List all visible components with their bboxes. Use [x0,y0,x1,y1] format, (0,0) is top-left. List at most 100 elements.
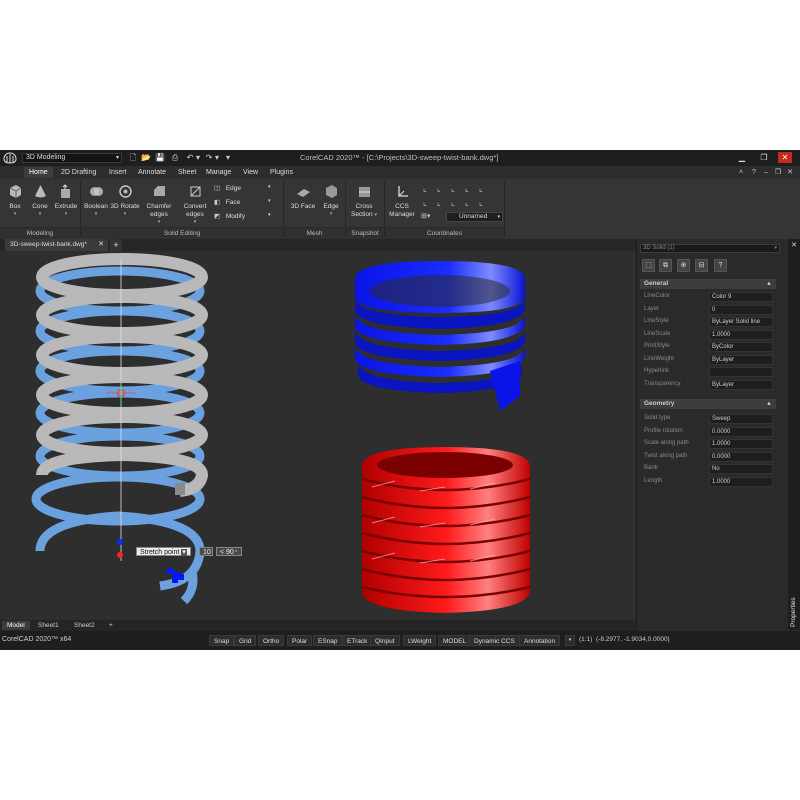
cross-section-button[interactable]: Cross Section ▾ [349,184,379,219]
ccs-view-icon[interactable]: ⌞ [437,198,441,207]
status-ortho-button[interactable]: Ortho [258,635,285,646]
ccs-3point-icon[interactable]: ⌞ [465,198,469,207]
ccs-zaxis-icon[interactable]: ⌞ [479,198,483,207]
status-model-button[interactable]: MODEL [438,635,472,646]
tab-sheet[interactable]: Sheet [173,167,201,178]
extrude-button[interactable]: Extrude ▾ [53,184,79,217]
ccs-x-icon[interactable]: ⌞ [451,184,455,193]
restore-doc-icon[interactable]: ❐ [773,168,783,178]
minimize-icon[interactable]: ▁ [735,152,749,163]
tab-view[interactable]: View [238,167,263,178]
ccs-manager-button[interactable]: CCS Manager [387,184,417,219]
ccs-face-icon[interactable]: ⌞ [423,198,427,207]
customize-dropdown-icon[interactable]: ▾ [223,152,233,163]
close-icon[interactable]: ✕ [778,152,792,163]
chevron-down-icon[interactable]: ▾ [181,549,187,556]
status-qinput-button[interactable]: QInput [370,635,400,646]
3d-face-button[interactable]: 3D Face [288,184,318,211]
property-value[interactable]: ByLayer Solid line [709,317,773,327]
redo-dropdown-icon[interactable]: ▾ [212,152,222,163]
ccs-entity-icon[interactable]: ⌞ [451,198,455,207]
property-value[interactable]: ByLayer [709,354,773,365]
status-annotation-button[interactable]: Annotation [519,635,561,646]
close-doc-icon[interactable]: ✕ [785,168,795,178]
close-tab-icon[interactable]: ✕ [98,239,104,251]
ccs-y-icon[interactable]: ⌞ [465,184,469,193]
sheet-tab-model[interactable]: Model [2,621,30,630]
select-objects-icon[interactable]: ⬚ [642,259,655,272]
tab-manage[interactable]: Manage [201,167,236,178]
tab-plugins[interactable]: Plugins [265,167,298,178]
property-value[interactable] [709,367,773,377]
gray-helix[interactable] [36,253,209,497]
grip-red[interactable] [117,552,123,558]
mesh-edge-button[interactable]: Edge ▾ [320,184,342,217]
selection-filter-select[interactable]: 3D Solid (1) ▾ [640,244,780,253]
property-value[interactable]: ByColor [709,342,773,352]
help-icon[interactable]: ? [714,259,727,272]
sheet-tab-sheet1[interactable]: Sheet1 [33,621,64,630]
property-value[interactable]: 1.0000 [709,439,773,449]
property-value[interactable]: Sweep [709,414,773,424]
drawing-viewport[interactable]: Stretch point ▾ 10 < 90 ° [0,251,636,620]
property-value[interactable]: 1.0000 [709,329,773,340]
document-tab[interactable]: 3D-sweep-twist-bank.dwg* ✕ [5,239,108,251]
help-icon[interactable]: ? [749,168,759,178]
property-value[interactable]: 0.0000 [709,451,773,462]
ccs-origin-icon[interactable]: ⌞ [437,184,441,193]
annotation-dropdown-icon[interactable]: ▾ [565,635,575,646]
close-panel-icon[interactable]: ✕ [789,241,799,249]
new-file-icon[interactable]: 🗋 [128,152,138,163]
open-folder-icon[interactable]: 📂 [141,152,151,163]
property-value[interactable]: No [709,464,773,474]
arrow-up-icon[interactable]: ˄ [736,168,746,178]
convert-edges-button[interactable]: Convert edges ▾ [179,184,211,225]
status-etrack-button[interactable]: ETrack [342,635,373,646]
boolean-button[interactable]: Boolean ▾ [83,184,109,217]
status-polar-button[interactable]: Polar [287,635,313,646]
new-tab-button[interactable]: + [110,239,122,251]
ccs-world-icon[interactable]: ⌞ [423,184,427,193]
properties-vertical-tab[interactable]: Properties [788,579,800,629]
angle-input[interactable]: < 90 ° [216,547,242,556]
model-canvas[interactable] [0,251,636,620]
tab-2d-drafting[interactable]: 2D Drafting [56,167,101,178]
toggle-pickadd-icon[interactable]: ⊕ [677,259,690,272]
status-dynamic-ccs-button[interactable]: Dynamic CCS [469,635,520,646]
chamfer-edges-button[interactable]: Chamfer edges ▾ [144,184,174,225]
workspace-select[interactable]: 3D Modeling ▾ [22,153,122,163]
cone-button[interactable]: Cone ▾ [29,184,51,217]
property-value[interactable]: 1.0000 [709,476,773,487]
blue-solid-spring[interactable] [355,261,525,411]
property-value[interactable]: Color 9 [709,292,773,302]
property-value[interactable]: 0.0000 [709,426,773,437]
filter-icon[interactable]: ⊟ [695,259,708,272]
modify-dropdown[interactable]: ◩ Modify ▾ [214,212,276,223]
red-twisted-spring[interactable] [361,447,531,613]
tab-home[interactable]: Home [24,167,53,178]
ccs-z-icon[interactable]: ⌞ [479,184,483,193]
status-grid-button[interactable]: Grid [234,635,257,646]
named-ccs-select[interactable]: Unnamed ▾ [446,212,503,222]
general-section-header[interactable]: General ▲ [640,279,776,289]
status-esnap-button[interactable]: ESnap [313,635,343,646]
add-sheet-icon[interactable]: + [104,621,118,630]
grip-blue[interactable] [117,539,123,545]
geometry-section-header[interactable]: Geometry ▲ [640,399,776,409]
print-icon[interactable]: ⎙ [170,152,180,163]
face-dropdown[interactable]: ◧ Face ▾ [214,198,276,209]
distance-input[interactable]: 10 [199,547,213,556]
minimize-doc-icon[interactable]: – [761,168,771,178]
edge-dropdown[interactable]: ◫ Edge ▾ [214,184,276,195]
annotation-scale[interactable]: (1:1) [579,636,592,643]
save-icon[interactable]: 💾 [155,152,165,163]
undo-dropdown-icon[interactable]: ▾ [193,152,203,163]
status-lweight-button[interactable]: LWeight [403,635,437,646]
property-value[interactable]: 0 [709,304,773,315]
tab-annotate[interactable]: Annotate [133,167,171,178]
sheet-tab-sheet2[interactable]: Sheet2 [69,621,100,630]
ccs-list-icon[interactable]: ⊞▾ [421,212,435,222]
status-snap-button[interactable]: Snap [209,635,235,646]
quick-select-icon[interactable]: ⧉ [659,259,672,272]
box-button[interactable]: Box ▾ [4,184,26,217]
